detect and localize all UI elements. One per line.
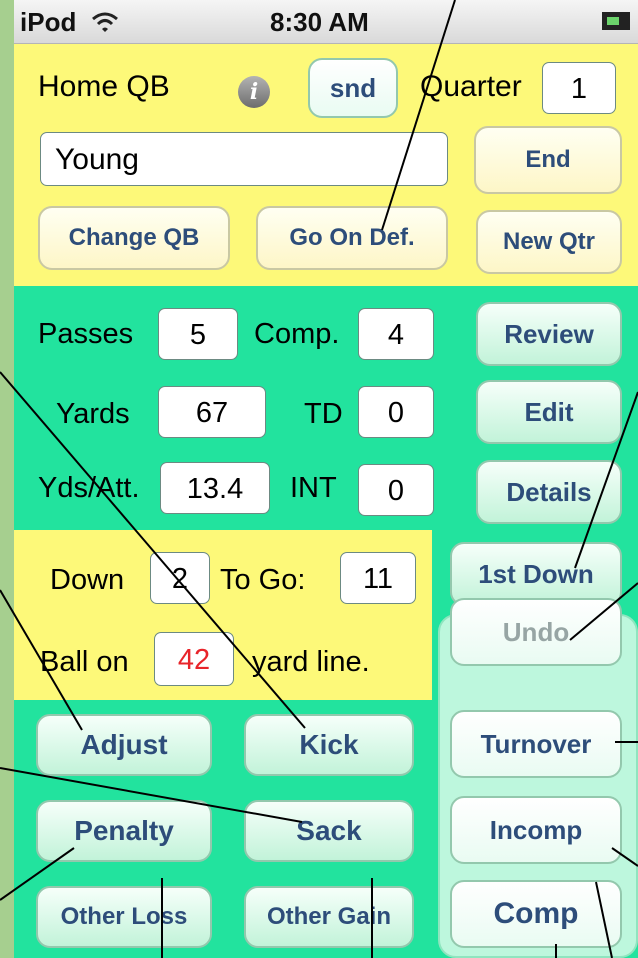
carrier-label: iPod — [20, 7, 77, 37]
battery-charging-icon — [602, 12, 630, 30]
info-icon[interactable]: i — [238, 76, 270, 108]
td-field[interactable]: 0 — [358, 386, 434, 438]
sack-button[interactable]: Sack — [244, 800, 414, 862]
penalty-button[interactable]: Penalty — [36, 800, 212, 862]
int-field[interactable]: 0 — [358, 464, 434, 516]
yards-field[interactable]: 67 — [158, 386, 266, 438]
wifi-icon — [92, 12, 118, 32]
end-button[interactable]: End — [474, 126, 622, 194]
to-go-field[interactable]: 11 — [340, 552, 416, 604]
td-label: TD — [304, 398, 343, 430]
other-gain-button[interactable]: Other Gain — [244, 886, 414, 948]
qb-name-input[interactable]: Young — [40, 132, 448, 186]
status-bar: iPod 8:30 AM — [14, 0, 638, 44]
team-label: Home QB — [38, 70, 170, 103]
quarter-label: Quarter — [420, 70, 522, 103]
ball-on-field[interactable]: 42 — [154, 632, 234, 686]
yard-line-label: yard line. — [252, 646, 370, 678]
clock: 8:30 AM — [270, 7, 369, 37]
incomplete-button[interactable]: Incomp — [450, 796, 622, 864]
details-button[interactable]: Details — [476, 460, 622, 524]
passes-label: Passes — [38, 318, 134, 350]
int-label: INT — [290, 472, 337, 504]
review-button[interactable]: Review — [476, 302, 622, 366]
go-on-defense-button[interactable]: Go On Def. — [256, 206, 448, 270]
passes-field[interactable]: 5 — [158, 308, 238, 360]
down-field[interactable]: 2 — [150, 552, 210, 604]
to-go-label: To Go: — [220, 564, 306, 596]
app-screen: iPod 8:30 AM Home QB i snd Quarter 1 You… — [14, 0, 638, 958]
complete-button[interactable]: Comp — [450, 880, 622, 948]
other-loss-button[interactable]: Other Loss — [36, 886, 212, 948]
snd-button[interactable]: snd — [308, 58, 398, 118]
yards-per-attempt-label: Yds/Att. — [38, 472, 140, 504]
edit-button[interactable]: Edit — [476, 380, 622, 444]
completions-label: Comp. — [254, 318, 340, 350]
yards-label: Yards — [56, 398, 130, 430]
first-down-button[interactable]: 1st Down — [450, 542, 622, 606]
quarter-field[interactable]: 1 — [542, 62, 616, 114]
kick-button[interactable]: Kick — [244, 714, 414, 776]
new-quarter-button[interactable]: New Qtr — [476, 210, 622, 274]
turnover-button[interactable]: Turnover — [450, 710, 622, 778]
completions-field[interactable]: 4 — [358, 308, 434, 360]
ball-on-label: Ball on — [40, 646, 129, 678]
yards-per-attempt-field[interactable]: 13.4 — [160, 462, 270, 514]
change-qb-button[interactable]: Change QB — [38, 206, 230, 270]
undo-button[interactable]: Undo — [450, 598, 622, 666]
adjust-button[interactable]: Adjust — [36, 714, 212, 776]
down-label: Down — [50, 564, 125, 596]
